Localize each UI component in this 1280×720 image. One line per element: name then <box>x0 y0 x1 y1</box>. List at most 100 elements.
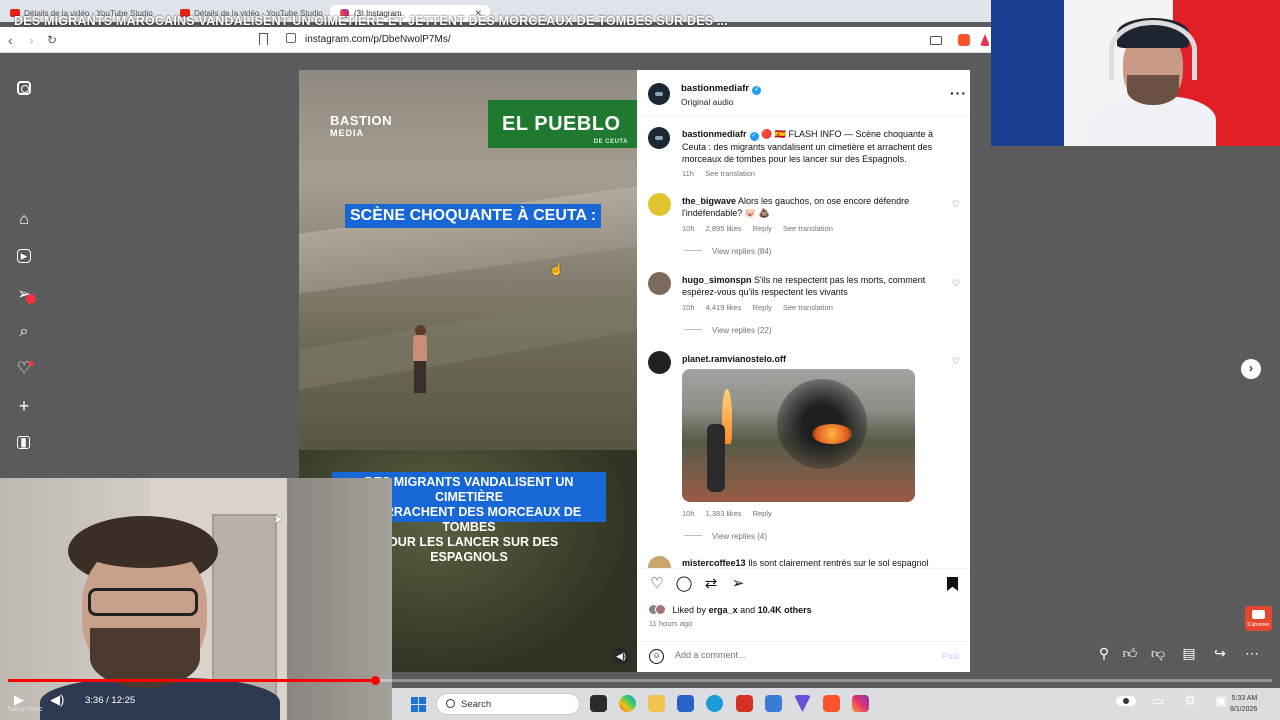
task-view-icon[interactable] <box>590 695 607 712</box>
share-arrow-icon[interactable]: ↪ <box>1211 645 1229 662</box>
windows-taskbar: Search 5:33 AM 8/1/2026 <box>392 688 1280 720</box>
comment-icon[interactable]: ◯ <box>675 575 693 593</box>
search-icon[interactable]: ⌕ <box>16 324 32 340</box>
thumbs-down-icon[interactable]: 👎︎ <box>1149 645 1167 662</box>
file-explorer-icon[interactable] <box>648 695 665 712</box>
cemetery-wall <box>299 186 637 294</box>
commenter-avatar[interactable] <box>648 193 671 216</box>
taskbar-search[interactable]: Search <box>436 693 580 715</box>
emoji-icon[interactable]: ☺ <box>649 649 664 664</box>
reply-button[interactable]: Reply <box>753 509 772 518</box>
comment-bubble-icon[interactable]: ▤ <box>1180 645 1198 662</box>
comment: planet.ramvianostelo.off <box>682 353 947 365</box>
dashboard-icon[interactable]: ▮ <box>17 436 30 449</box>
thumbs-up-icon[interactable]: 👍︎ <box>1121 645 1139 662</box>
windows-start-icon[interactable] <box>411 697 426 712</box>
comment-meta: 10h 1,383 likes Reply <box>682 509 781 518</box>
reply-button[interactable]: Reply <box>753 303 772 312</box>
store-icon[interactable] <box>677 695 694 712</box>
subscribe-badge-icon[interactable]: S'abonner <box>1245 606 1272 631</box>
commenter-avatar[interactable] <box>648 272 671 295</box>
view-replies-button[interactable]: View replies (22) <box>684 326 771 335</box>
comment-username[interactable]: planet.ramvianostelo.off <box>682 354 786 364</box>
create-icon[interactable]: + <box>16 397 32 415</box>
captions-icon[interactable]: ▭ <box>1149 693 1167 709</box>
settings-gear-icon[interactable]: ⚙ <box>1181 693 1199 709</box>
comment-cutoff: mistercoffee13 Ils sont clairement rentr… <box>637 554 970 568</box>
brave-rewards-icon[interactable] <box>980 34 990 46</box>
address-bar-row: ‹ › ↻ instagram.com/p/DbeNwolP7Ms/ <box>0 27 991 53</box>
see-translation-link[interactable]: See translation <box>783 224 833 233</box>
commenter-avatar[interactable] <box>648 556 671 568</box>
notifications-dot <box>29 361 34 366</box>
comment-input[interactable] <box>675 650 895 660</box>
app-l-icon[interactable] <box>736 695 753 712</box>
instagram-logo-icon[interactable] <box>17 81 31 95</box>
comment-likes[interactable]: 2,895 likes <box>706 224 742 233</box>
url-input[interactable]: instagram.com/p/DbeNwolP7Ms/ <box>305 34 451 45</box>
liked-by-prefix: Liked by <box>672 605 707 615</box>
person-figure <box>409 325 431 395</box>
youtube-time: 3:36 / 12:25 <box>85 695 136 706</box>
comment-text: Ils sont clairement rentrés sur le sol e… <box>748 558 929 568</box>
author-username[interactable]: bastionmediafr <box>681 83 749 94</box>
comment-like-icon[interactable]: ♡ <box>952 278 960 289</box>
see-translation-link[interactable]: See translation <box>705 169 755 178</box>
mail-icon[interactable] <box>765 695 782 712</box>
post-comment-button[interactable]: Post <box>942 651 959 661</box>
next-post-icon[interactable]: › <box>1241 359 1261 379</box>
share-icon[interactable]: ➢ <box>729 575 747 593</box>
app-v-icon[interactable] <box>794 695 811 712</box>
author-avatar[interactable] <box>648 83 670 105</box>
autoplay-toggle[interactable] <box>1116 696 1136 706</box>
brave-shield-icon[interactable] <box>958 34 970 46</box>
mute-icon[interactable]: ◀) <box>612 647 630 665</box>
commenter-avatar[interactable] <box>648 351 671 374</box>
liked-by-user[interactable]: erga_x <box>709 605 738 615</box>
comment-username[interactable]: hugo_simonspn <box>682 275 752 285</box>
view-replies-button[interactable]: View replies (4) <box>684 532 767 541</box>
bookmark-icon[interactable] <box>259 33 268 45</box>
author-name[interactable]: bastionmediafr ✓ <box>681 83 762 95</box>
more-options-icon[interactable]: ··· <box>950 85 967 101</box>
brave-icon[interactable] <box>823 695 840 712</box>
miniplayer-icon[interactable]: ▣ <box>1212 693 1230 709</box>
home-icon[interactable]: ⌂ <box>16 212 32 228</box>
edge-icon[interactable] <box>706 695 723 712</box>
liked-by-others[interactable]: 10.4K others <box>758 605 812 615</box>
post-panel: bastionmediafr ✓ Original audio ··· basti… <box>637 70 970 672</box>
audio-label[interactable]: Original audio <box>681 97 733 107</box>
repost-icon[interactable]: ⇄ <box>702 575 720 593</box>
caption-username[interactable]: bastionmediafr <box>682 129 747 139</box>
screen-cast-icon[interactable] <box>930 36 942 45</box>
volume-icon[interactable]: ◀) <box>50 692 64 708</box>
comment-like-icon[interactable]: ♡ <box>952 356 960 367</box>
view-replies-button[interactable]: View replies (84) <box>684 247 771 256</box>
site-info-icon[interactable] <box>286 33 296 43</box>
reels-icon[interactable]: ▸ <box>17 249 31 263</box>
see-translation-link[interactable]: See translation <box>783 303 833 312</box>
system-clock[interactable]: 5:33 AM 8/1/2026 <box>1230 693 1257 715</box>
header-divider <box>637 116 970 117</box>
comment-username[interactable]: mistercoffee13 <box>682 558 746 568</box>
more-icon[interactable]: ⋯ <box>1243 645 1261 662</box>
comment-likes[interactable]: 4,419 likes <box>706 303 742 312</box>
post-caption: bastionmediafr ✓ 🔴 🇪🇸 FLASH INFO — Scène … <box>682 128 947 165</box>
like-icon[interactable]: ♡ <box>648 575 666 593</box>
comment-image[interactable] <box>682 369 915 502</box>
chrome-icon[interactable] <box>619 695 636 712</box>
video-subtitle-text: Nang rarac <box>8 706 43 713</box>
comment-like-icon[interactable]: ♡ <box>952 199 960 210</box>
reply-button[interactable]: Reply <box>753 224 772 233</box>
reload-icon[interactable]: ↻ <box>47 32 57 48</box>
instagram-app-icon[interactable] <box>852 695 869 712</box>
guest-hair-front <box>74 520 214 568</box>
youtube-scrubber-handle[interactable] <box>371 676 380 685</box>
filter-icon[interactable]: ⚲ <box>1095 645 1113 662</box>
forward-icon[interactable]: › <box>29 32 34 48</box>
caption-avatar[interactable] <box>648 127 670 149</box>
save-icon[interactable] <box>947 577 958 591</box>
comment-username[interactable]: the_bigwave <box>682 196 736 206</box>
back-icon[interactable]: ‹ <box>8 32 13 48</box>
comment-likes[interactable]: 1,383 likes <box>706 509 742 518</box>
